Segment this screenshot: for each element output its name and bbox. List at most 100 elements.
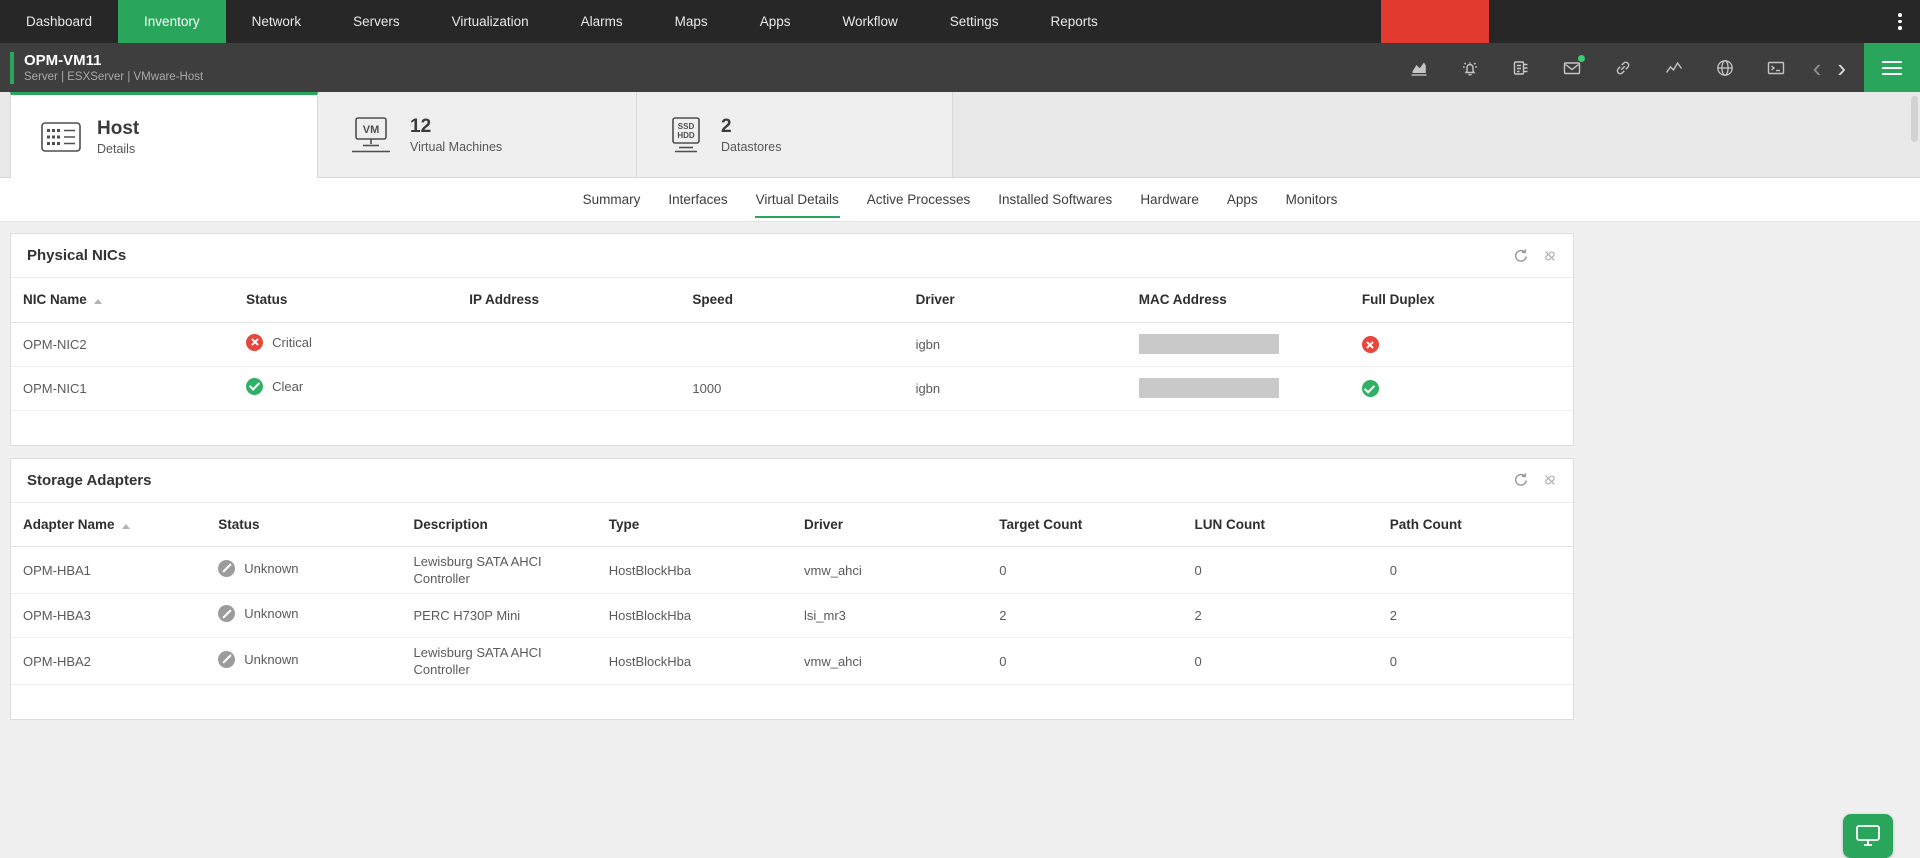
nav-item-apps[interactable]: Apps — [734, 0, 817, 43]
slash-circle-icon — [218, 605, 236, 622]
top-navbar: Dashboard Inventory Network Servers Virt… — [0, 0, 1920, 43]
table-row[interactable]: OPM-NIC2 Critical igbn — [11, 322, 1573, 367]
support-chat-button[interactable] — [1843, 814, 1893, 858]
performance-chart-icon[interactable] — [1409, 58, 1429, 78]
kebab-menu-icon[interactable] — [1890, 0, 1910, 43]
cell-speed: 1000 — [680, 366, 904, 411]
device-title-block: OPM-VM11 Server | ESXServer | VMware-Hos… — [24, 52, 203, 83]
cell-description: Lewisburg SATA AHCI Controller — [401, 546, 597, 594]
globe-icon[interactable] — [1715, 58, 1735, 78]
cell-driver: igbn — [903, 322, 1127, 367]
column-header-ip-address[interactable]: IP Address — [457, 278, 681, 323]
column-header-full-duplex[interactable]: Full Duplex — [1349, 278, 1573, 323]
nav-item-alarms[interactable]: Alarms — [555, 0, 649, 43]
tab-datastores[interactable]: SSD HDD 2 Datastores — [637, 92, 953, 177]
storage-adapters-panel: Storage Adapters Adapter Name Status Des… — [10, 457, 1574, 720]
cell-ip-address — [457, 322, 681, 367]
nav-item-servers[interactable]: Servers — [327, 0, 426, 43]
cell-adapter-name: OPM-HBA2 — [11, 637, 207, 685]
cell-lun-count: 2 — [1182, 593, 1378, 638]
cell-path-count: 0 — [1377, 546, 1573, 594]
table-row[interactable]: OPM-NIC1 Clear 1000 igbn — [11, 366, 1573, 411]
subtab-interfaces[interactable]: Interfaces — [654, 178, 741, 221]
cell-description: Lewisburg SATA AHCI Controller — [401, 637, 597, 685]
panel-bottom-padding — [11, 411, 1573, 445]
subtab-monitors[interactable]: Monitors — [1272, 178, 1352, 221]
tab-label: Virtual Machines — [410, 139, 503, 154]
check-circle-icon — [246, 377, 264, 395]
cell-speed — [680, 322, 904, 367]
nav-item-network[interactable]: Network — [226, 0, 328, 43]
refresh-icon[interactable] — [1513, 472, 1529, 488]
panel-title: Storage Adapters — [27, 471, 152, 489]
subtab-apps[interactable]: Apps — [1213, 178, 1272, 221]
cell-adapter-name: OPM-HBA3 — [11, 593, 207, 638]
subtab-installed-softwares[interactable]: Installed Softwares — [984, 178, 1126, 221]
detach-panel-icon[interactable] — [1543, 473, 1557, 487]
table-row[interactable]: OPM-HBA1 Unknown Lewisburg SATA AHCI Con… — [11, 546, 1573, 594]
status-label: Unknown — [244, 651, 299, 667]
column-header-speed[interactable]: Speed — [680, 278, 904, 323]
refresh-icon[interactable] — [1513, 248, 1529, 264]
svg-text:VM: VM — [363, 124, 380, 136]
cell-status: Unknown — [206, 546, 402, 594]
trend-line-icon[interactable] — [1664, 58, 1684, 78]
cell-driver: vmw_ahci — [792, 637, 988, 685]
host-server-icon — [41, 121, 81, 152]
column-header-driver[interactable]: Driver — [792, 502, 988, 547]
subtab-active-processes[interactable]: Active Processes — [853, 178, 985, 221]
tab-title: Host — [97, 117, 140, 139]
column-header-target-count[interactable]: Target Count — [987, 502, 1183, 547]
mail-icon[interactable] — [1562, 54, 1585, 78]
nav-item-inventory[interactable]: Inventory — [118, 0, 226, 43]
cell-path-count: 0 — [1377, 637, 1573, 685]
subtab-virtual-details[interactable]: Virtual Details — [742, 178, 853, 221]
cell-lun-count: 0 — [1182, 546, 1378, 594]
column-header-status[interactable]: Status — [206, 502, 402, 547]
column-header-driver[interactable]: Driver — [903, 278, 1127, 323]
column-header-status[interactable]: Status — [234, 278, 458, 323]
column-header-type[interactable]: Type — [596, 502, 792, 547]
column-header-path-count[interactable]: Path Count — [1377, 502, 1573, 547]
svg-text:SSD: SSD — [678, 122, 695, 131]
svg-text:HDD: HDD — [677, 131, 695, 140]
column-header-mac-address[interactable]: MAC Address — [1126, 278, 1350, 323]
cell-target-count: 2 — [987, 593, 1183, 638]
column-header-nic-name[interactable]: NIC Name — [11, 278, 235, 323]
app-root: Dashboard Inventory Network Servers Virt… — [0, 0, 1920, 858]
tab-virtual-machines[interactable]: VM 12 Virtual Machines — [318, 92, 637, 177]
panel-header: Storage Adapters — [11, 459, 1573, 503]
link-icon[interactable] — [1613, 58, 1633, 78]
alarm-bell-icon[interactable] — [1460, 58, 1480, 78]
chevron-right-icon[interactable] — [1837, 43, 1846, 92]
nav-item-settings[interactable]: Settings — [924, 0, 1025, 43]
nav-item-maps[interactable]: Maps — [649, 0, 734, 43]
nav-item-reports[interactable]: Reports — [1025, 0, 1124, 43]
nav-item-dashboard[interactable]: Dashboard — [0, 0, 118, 43]
chevron-left-icon[interactable] — [1813, 43, 1822, 92]
nav-item-workflow[interactable]: Workflow — [816, 0, 923, 43]
device-header: OPM-VM11 Server | ESXServer | VMware-Hos… — [0, 43, 1920, 92]
panel-actions — [1513, 472, 1557, 488]
nav-item-virtualization[interactable]: Virtualization — [426, 0, 555, 43]
cell-driver: igbn — [903, 366, 1127, 411]
tab-count: 2 — [721, 115, 732, 137]
subtab-summary[interactable]: Summary — [569, 178, 655, 221]
column-header-description[interactable]: Description — [401, 502, 597, 547]
status-label: Critical — [272, 334, 312, 350]
check-circle-icon — [1361, 380, 1379, 398]
hamburger-menu-icon[interactable] — [1864, 43, 1920, 92]
detach-panel-icon[interactable] — [1543, 249, 1557, 263]
device-tabstrip: Host Details VM 12 Virtual Machines SSD … — [0, 92, 1920, 178]
device-template-icon[interactable] — [1511, 58, 1531, 78]
table-row[interactable]: OPM-HBA2 Unknown Lewisburg SATA AHCI Con… — [11, 637, 1573, 685]
main-content: Physical NICs NIC Name Status IP Address… — [0, 222, 1920, 720]
scrollbar-thumb[interactable] — [1911, 96, 1918, 142]
subtab-hardware[interactable]: Hardware — [1126, 178, 1213, 221]
table-row[interactable]: OPM-HBA3 Unknown PERC H730P Mini HostBlo… — [11, 593, 1573, 638]
cell-adapter-name: OPM-HBA1 — [11, 546, 207, 594]
tab-host-details[interactable]: Host Details — [10, 92, 318, 178]
column-header-lun-count[interactable]: LUN Count — [1182, 502, 1378, 547]
column-header-adapter-name[interactable]: Adapter Name — [11, 502, 207, 547]
console-icon[interactable] — [1766, 58, 1786, 78]
